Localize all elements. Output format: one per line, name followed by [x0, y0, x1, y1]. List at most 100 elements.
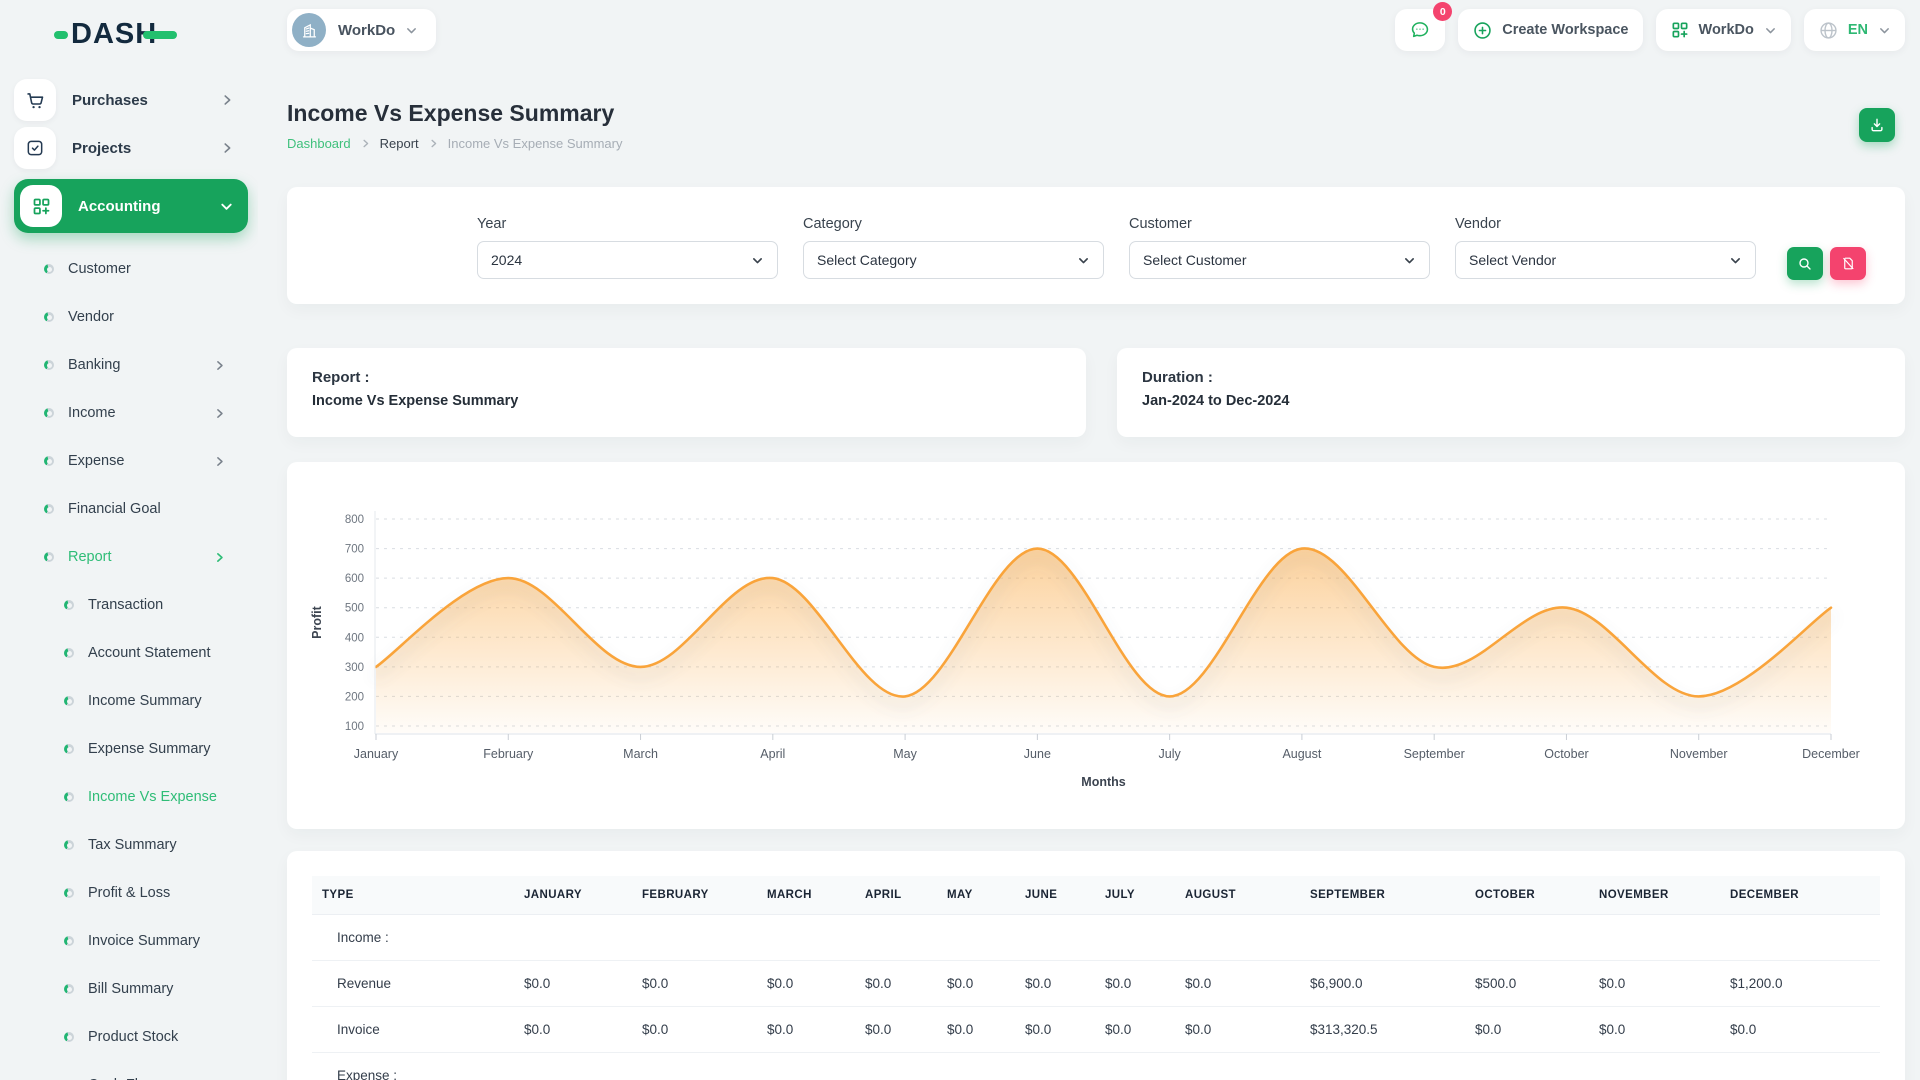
table-value-cell: $0.0 [1015, 1007, 1095, 1053]
year-select-value: 2024 [491, 252, 522, 268]
workspace-name: WorkDo [338, 22, 395, 39]
table-value-cell: $0.0 [757, 1007, 855, 1053]
bullet-icon [64, 936, 74, 946]
table-column-header: MAY [937, 876, 1015, 915]
sidebar-item-bill-summary[interactable]: Bill Summary [14, 965, 248, 1013]
customer-select[interactable]: Select Customer [1129, 241, 1430, 279]
sidebar-item-label: Income Summary [88, 693, 202, 709]
sidebar-item-label: Invoice Summary [88, 933, 200, 949]
table-column-header: JANUARY [514, 876, 632, 915]
reset-filter-button[interactable] [1830, 247, 1866, 280]
row-type-cell: Revenue [312, 961, 514, 1007]
sidebar-item-label: Expense Summary [88, 741, 211, 757]
sidebar-item-tax-summary[interactable]: Tax Summary [14, 821, 248, 869]
workspace-menu-button[interactable]: WorkDo [1656, 9, 1791, 51]
table-value-cell [1015, 1053, 1095, 1080]
sidebar-item-transaction[interactable]: Transaction [14, 581, 248, 629]
table-value-cell: $0.0 [855, 961, 937, 1007]
messages-button[interactable]: 0 [1395, 9, 1445, 51]
workspace-menu-label: WorkDo [1699, 22, 1754, 38]
table-column-header: MARCH [757, 876, 855, 915]
sidebar-item-purchases[interactable]: Purchases [14, 77, 248, 123]
breadcrumb-dashboard-link[interactable]: Dashboard [287, 136, 351, 151]
workspace-selector[interactable]: WorkDo [287, 9, 436, 51]
sidebar-item-profit-loss[interactable]: Profit & Loss [14, 869, 248, 917]
table-value-cell: $500.0 [1465, 961, 1589, 1007]
logo-bar-icon [143, 31, 177, 39]
sidebar-item-expense-summary[interactable]: Expense Summary [14, 725, 248, 773]
summary-cards: Report : Income Vs Expense Summary Durat… [287, 348, 1905, 437]
sidebar-item-cash-flow[interactable]: Cash Flow [14, 1061, 248, 1080]
chevron-right-icon [213, 407, 226, 420]
table-column-header: FEBRUARY [632, 876, 757, 915]
table-column-header: APRIL [855, 876, 937, 915]
bullet-icon [44, 504, 54, 514]
plus-circle-icon [1472, 20, 1493, 41]
sidebar-item-account-statement[interactable]: Account Statement [14, 629, 248, 677]
table-row-revenue: Revenue $0.0$0.0$0.0$0.0$0.0$0.0$0.0$0.0… [312, 961, 1880, 1007]
apply-filter-button[interactable] [1787, 247, 1823, 280]
bullet-icon [64, 696, 74, 706]
chevron-down-icon [751, 254, 764, 267]
table-column-header: OCTOBER [1465, 876, 1589, 915]
table-column-header: AUGUST [1175, 876, 1300, 915]
breadcrumb-current: Income Vs Expense Summary [448, 136, 623, 151]
download-button[interactable] [1859, 108, 1895, 142]
svg-text:April: April [760, 747, 785, 761]
svg-text:100: 100 [345, 721, 364, 733]
svg-text:500: 500 [345, 603, 364, 615]
table-value-cell [1465, 1053, 1589, 1080]
sidebar-item-financial-goal[interactable]: Financial Goal [14, 485, 248, 533]
table-value-cell [1465, 915, 1589, 961]
bullet-icon [64, 984, 74, 994]
sidebar-item-banking[interactable]: Banking [14, 341, 248, 389]
sidebar-item-income-summary[interactable]: Income Summary [14, 677, 248, 725]
sidebar-item-report[interactable]: Report [14, 533, 248, 581]
messages-badge: 0 [1433, 2, 1452, 21]
app-root: DASH Purchases Projects Accounting Custo… [0, 0, 1920, 1080]
category-select[interactable]: Select Category [803, 241, 1104, 279]
brand-logo[interactable]: DASH [54, 20, 248, 49]
language-selector[interactable]: EN [1804, 9, 1905, 51]
sidebar-item-label: Financial Goal [68, 501, 161, 517]
sidebar-item-label: Account Statement [88, 645, 211, 661]
breadcrumb-report-link[interactable]: Report [380, 136, 419, 151]
chat-bubble-icon [1409, 19, 1431, 41]
sidebar-item-projects[interactable]: Projects [14, 125, 248, 171]
year-select[interactable]: 2024 [477, 241, 778, 279]
table-column-header: NOVEMBER [1589, 876, 1720, 915]
svg-text:300: 300 [345, 662, 364, 674]
sidebar-item-customer[interactable]: Customer [14, 245, 248, 293]
table-value-cell [1095, 915, 1175, 961]
chevron-right-icon [428, 138, 439, 149]
table-value-cell: $0.0 [514, 961, 632, 1007]
sidebar-item-income-vs-expense[interactable]: Income Vs Expense [14, 773, 248, 821]
svg-text:August: August [1282, 747, 1321, 761]
svg-text:January: January [354, 747, 399, 761]
customer-filter-label: Customer [1129, 216, 1430, 232]
sidebar-item-expense[interactable]: Expense [14, 437, 248, 485]
category-filter-label: Category [803, 216, 1104, 232]
bullet-icon [64, 840, 74, 850]
bullet-icon [64, 648, 74, 658]
create-workspace-button[interactable]: Create Workspace [1458, 9, 1642, 51]
svg-text:Months: Months [1081, 775, 1125, 789]
table-value-cell: $0.0 [1589, 1007, 1720, 1053]
sidebar-item-label: Banking [68, 357, 120, 373]
sidebar-item-accounting[interactable]: Accounting [14, 179, 248, 233]
table-column-header: DECEMBER [1720, 876, 1880, 915]
bullet-icon [44, 312, 54, 322]
vendor-select[interactable]: Select Vendor [1455, 241, 1756, 279]
sidebar-item-invoice-summary[interactable]: Invoice Summary [14, 917, 248, 965]
sidebar-item-vendor[interactable]: Vendor [14, 293, 248, 341]
svg-text:Profit: Profit [310, 605, 324, 638]
svg-text:November: November [1670, 747, 1728, 761]
sidebar-item-income[interactable]: Income [14, 389, 248, 437]
sidebar-item-label: Report [68, 549, 112, 565]
chevron-down-icon [1403, 254, 1416, 267]
table-value-cell: $0.0 [757, 961, 855, 1007]
sidebar-item-product-stock[interactable]: Product Stock [14, 1013, 248, 1061]
svg-text:September: September [1404, 747, 1465, 761]
chevron-down-icon [1764, 24, 1777, 37]
svg-text:May: May [893, 747, 917, 761]
